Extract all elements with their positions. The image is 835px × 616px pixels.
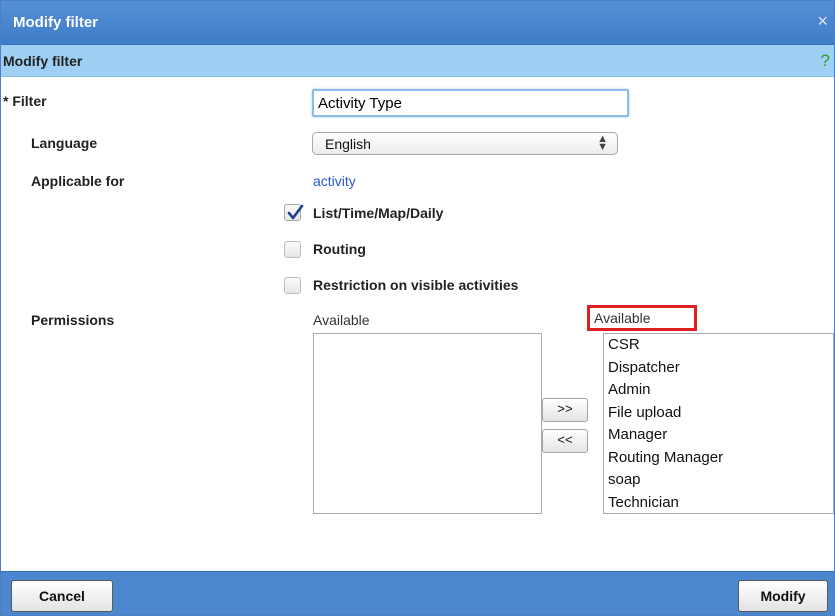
option-routing-checkbox[interactable] bbox=[284, 241, 301, 258]
filter-name-input[interactable] bbox=[312, 89, 629, 117]
right-list-header: Available bbox=[594, 310, 651, 326]
move-left-button[interactable]: << bbox=[542, 429, 588, 453]
list-item[interactable]: Technician bbox=[604, 492, 833, 515]
left-list-header: Available bbox=[313, 312, 370, 328]
list-item[interactable]: Dispatcher bbox=[604, 357, 833, 380]
right-permissions-list[interactable]: CSR Dispatcher Admin File upload Manager… bbox=[603, 333, 834, 514]
updown-arrows-icon: ▲ ▼ bbox=[597, 133, 608, 153]
list-item[interactable]: Admin bbox=[604, 379, 833, 402]
modify-button[interactable]: Modify bbox=[738, 580, 828, 612]
dialog-titlebar: Modify filter × bbox=[1, 1, 834, 45]
language-label: Language bbox=[31, 135, 98, 151]
left-permissions-list[interactable] bbox=[313, 333, 542, 514]
cancel-button[interactable]: Cancel bbox=[11, 580, 113, 612]
list-item[interactable]: File upload bbox=[604, 402, 833, 425]
option-list-time-map-daily-checkbox[interactable] bbox=[284, 204, 304, 221]
list-item[interactable]: CSR bbox=[604, 334, 833, 357]
option-restriction-checkbox[interactable] bbox=[284, 277, 301, 294]
language-select[interactable]: English ▲ ▼ bbox=[312, 132, 618, 155]
language-select-value: English bbox=[325, 136, 371, 152]
option-list-time-map-daily-label: List/Time/Map/Daily bbox=[313, 205, 444, 221]
filter-label: * Filter bbox=[3, 93, 47, 109]
move-right-button[interactable]: >> bbox=[542, 398, 588, 422]
permissions-label: Permissions bbox=[31, 312, 115, 328]
dialog-title: Modify filter bbox=[13, 14, 98, 31]
option-restriction-label: Restriction on visible activities bbox=[313, 277, 519, 293]
dialog-footer: Cancel Modify bbox=[1, 571, 834, 615]
option-routing-label: Routing bbox=[313, 241, 366, 257]
list-item[interactable]: Routing Manager bbox=[604, 447, 833, 470]
modify-filter-dialog: Modify filter × Modify filter ? * Filter… bbox=[0, 0, 835, 616]
section-title: Modify filter bbox=[3, 53, 83, 69]
list-item[interactable]: Manager bbox=[604, 424, 833, 447]
checkmark-icon bbox=[287, 204, 304, 220]
help-icon[interactable]: ? bbox=[821, 51, 830, 71]
close-icon[interactable]: × bbox=[817, 12, 828, 30]
list-item[interactable]: soap bbox=[604, 469, 833, 492]
applicable-for-link[interactable]: activity bbox=[313, 173, 356, 189]
applicable-for-label: Applicable for bbox=[31, 173, 125, 189]
section-header: Modify filter ? bbox=[1, 45, 834, 77]
